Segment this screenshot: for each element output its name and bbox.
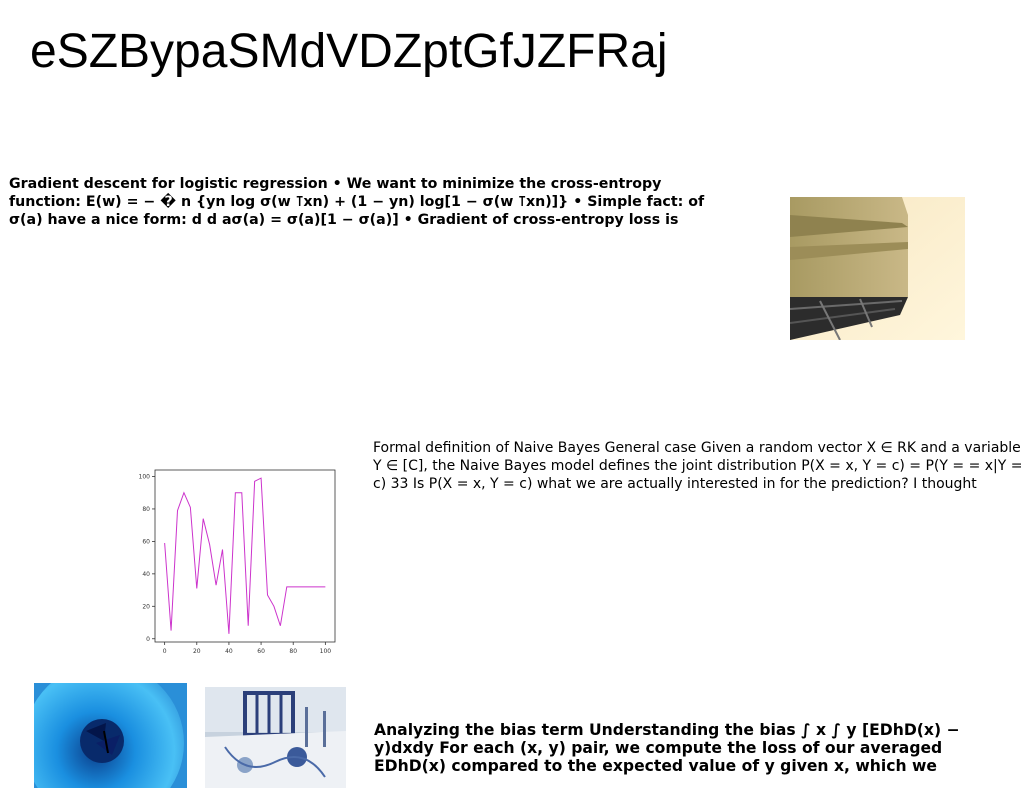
- x-tick-label: 60: [257, 648, 265, 655]
- building-photo: [790, 197, 965, 340]
- y-tick-label: 60: [142, 538, 150, 545]
- blue-flower-photo: [34, 683, 187, 788]
- logistic-regression-text: Gradient descent for logistic regression…: [9, 176, 705, 228]
- x-tick-label: 20: [193, 648, 201, 655]
- y-tick-label: 100: [139, 473, 151, 480]
- bias-term-text: Analyzing the bias term Understanding th…: [374, 721, 960, 775]
- y-tick-label: 80: [142, 506, 150, 513]
- y-tick-label: 20: [142, 603, 150, 610]
- y-tick-label: 40: [142, 571, 150, 578]
- x-tick-label: 100: [320, 648, 332, 655]
- table-setting-photo: [205, 687, 346, 788]
- x-tick-label: 0: [163, 648, 167, 655]
- naive-bayes-text: Formal definition of Naive Bayes General…: [373, 440, 1023, 492]
- x-tick-label: 40: [225, 648, 233, 655]
- x-tick-label: 80: [289, 648, 297, 655]
- line-chart: 0 20 40 60 80 100 0 20 40 60 80 100: [136, 465, 341, 657]
- page-title: eSZBypaSMdVDZptGfJZFRaj: [30, 25, 668, 78]
- series-line: [164, 477, 326, 634]
- y-tick-label: 0: [146, 636, 150, 643]
